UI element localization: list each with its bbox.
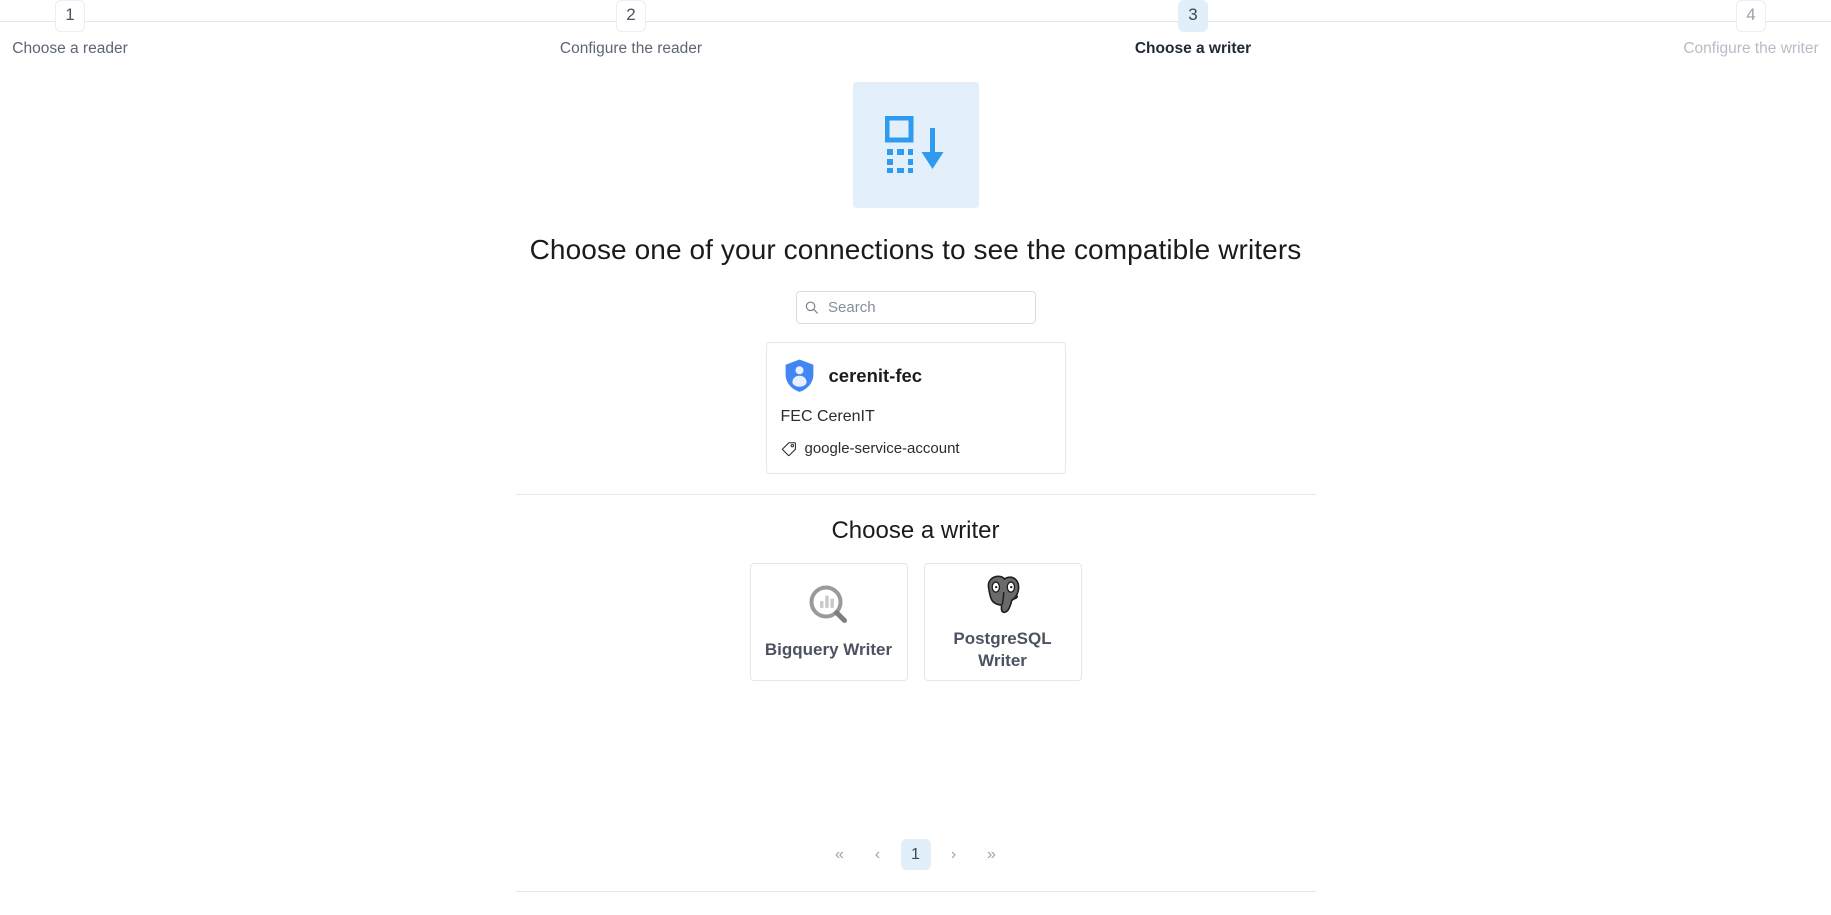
dataset-download-icon bbox=[884, 116, 943, 173]
connection-tag: google-service-account bbox=[781, 440, 1051, 457]
step-label: Choose a writer bbox=[1134, 40, 1252, 57]
writers-section-title: Choose a writer bbox=[831, 517, 1000, 544]
step-number-badge: 1 bbox=[55, 0, 85, 32]
pagination-next-button[interactable]: › bbox=[939, 839, 969, 870]
tag-icon bbox=[781, 441, 796, 456]
writers-list: Bigquery Writer PostgreSQL Writer bbox=[0, 563, 1831, 681]
connection-name: cerenit-fec bbox=[828, 364, 923, 386]
stepper-step-4[interactable]: 4 Configure the writer bbox=[1631, 0, 1831, 59]
connection-tag-label: google-service-account bbox=[804, 440, 960, 457]
writer-label: Bigquery Writer bbox=[764, 640, 893, 659]
hero-icon-tile bbox=[852, 82, 979, 208]
step-label: Configure the reader bbox=[559, 40, 703, 57]
search-row bbox=[0, 291, 1831, 324]
shield-user-icon bbox=[785, 359, 813, 392]
writer-icon-wrapper bbox=[807, 583, 851, 629]
pagination: « ‹ 1 › » bbox=[0, 839, 1831, 870]
search-box[interactable] bbox=[795, 291, 1036, 324]
step-label: Choose a reader bbox=[12, 40, 128, 57]
writer-icon-wrapper bbox=[980, 572, 1026, 618]
connection-header: cerenit-fec bbox=[781, 357, 1051, 394]
postgresql-elephant-icon bbox=[987, 575, 1019, 614]
stepper-step-2[interactable]: 2 Configure the reader bbox=[511, 0, 751, 59]
stepper-line bbox=[0, 21, 1831, 22]
pagination-prev-button[interactable]: ‹ bbox=[863, 839, 893, 870]
step-number-badge: 4 bbox=[1736, 0, 1766, 32]
pagination-first-button[interactable]: « bbox=[825, 839, 855, 870]
connection-card[interactable]: cerenit-fec FEC CerenIT google-service-a… bbox=[765, 342, 1066, 474]
stepper-step-3[interactable]: 3 Choose a writer bbox=[1073, 0, 1313, 59]
step-label: Configure the writer bbox=[1683, 40, 1819, 57]
step-number-badge: 3 bbox=[1178, 0, 1208, 32]
hero-icon-container bbox=[0, 82, 1831, 208]
page-title: Choose one of your connections to see th… bbox=[529, 234, 1302, 265]
writer-label: PostgreSQL Writer bbox=[953, 629, 1052, 670]
writer-card-bigquery[interactable]: Bigquery Writer bbox=[749, 563, 908, 681]
wizard-stepper: 1 Choose a reader 2 Configure the reader… bbox=[0, 0, 1831, 62]
pagination-page-1[interactable]: 1 bbox=[900, 839, 931, 870]
connection-description: FEC CerenIT bbox=[780, 408, 875, 425]
footer-divider bbox=[515, 891, 1316, 892]
pagination-last-button[interactable]: » bbox=[977, 839, 1007, 870]
step-number-badge: 2 bbox=[616, 0, 646, 32]
section-divider bbox=[515, 494, 1316, 495]
writer-card-postgresql[interactable]: PostgreSQL Writer bbox=[923, 563, 1082, 681]
search-input[interactable] bbox=[826, 298, 1027, 317]
search-icon bbox=[805, 301, 818, 314]
stepper-step-1[interactable]: 1 Choose a reader bbox=[0, 0, 190, 59]
bigquery-icon bbox=[809, 585, 847, 623]
connections-list: cerenit-fec FEC CerenIT google-service-a… bbox=[0, 342, 1831, 474]
